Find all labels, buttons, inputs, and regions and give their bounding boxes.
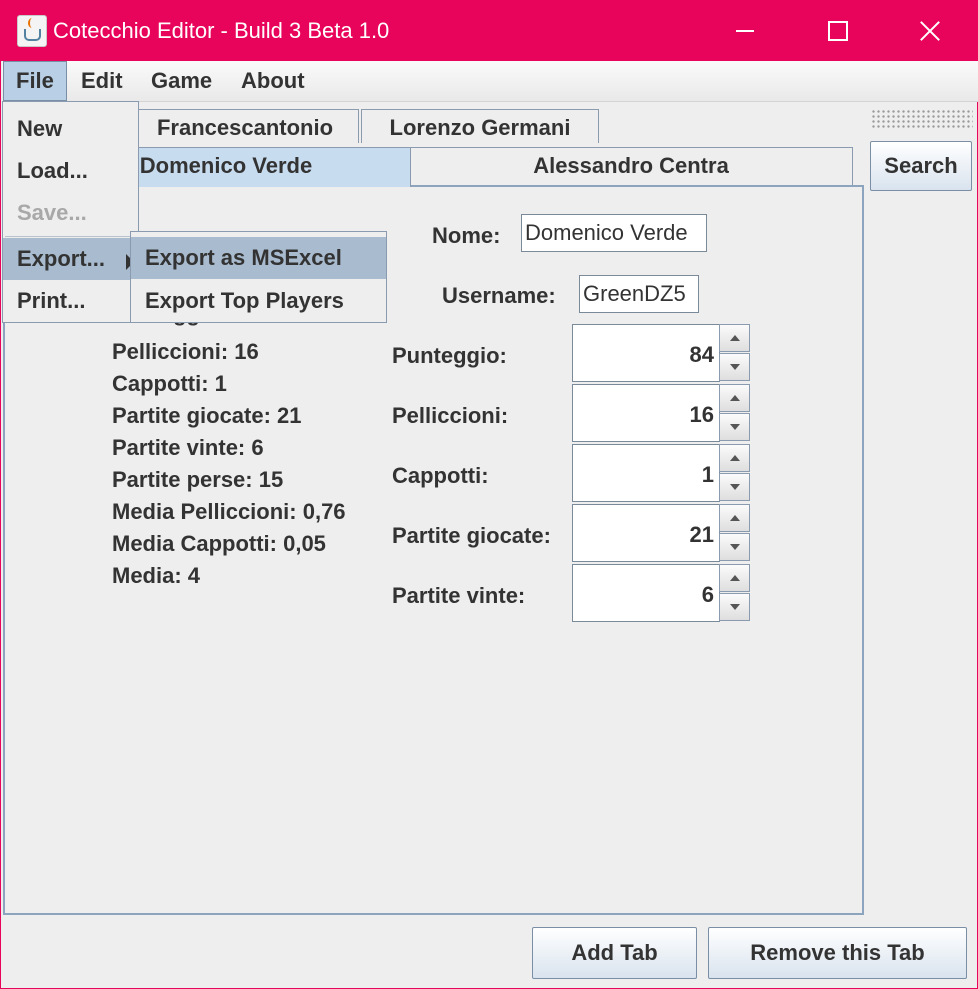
menu-about[interactable]: About	[229, 61, 317, 101]
stat-line: Media Pelliccioni: 0,76	[112, 499, 346, 524]
stat-line: Partite vinte: 6	[112, 435, 264, 460]
arrow-down-icon	[730, 424, 740, 430]
title-bar[interactable]: Cotecchio Editor - Build 3 Beta 1.0	[1, 1, 978, 61]
tab-label: Francescantonio	[156, 115, 334, 140]
arrow-up-icon	[730, 395, 740, 401]
minimize-icon	[736, 30, 754, 32]
menu-edit[interactable]: Edit	[69, 61, 135, 101]
menu-item-save: Save...	[17, 200, 87, 225]
partite-giocate-label: Partite giocate:	[392, 523, 551, 548]
nome-label: Nome:	[432, 223, 501, 248]
stat-line: Partite perse: 15	[112, 467, 284, 492]
arrow-up-icon	[730, 335, 740, 341]
partite-vinte-label: Partite vinte:	[392, 583, 526, 608]
window-title: Cotecchio Editor - Build 3 Beta 1.0	[53, 18, 390, 43]
app-window: Cotecchio Editor - Build 3 Beta 1.0 File…	[0, 0, 978, 989]
cappotti-label: Cappotti:	[392, 463, 489, 488]
pelliccioni-value[interactable]: 16	[572, 384, 720, 442]
spinner-down-button[interactable]	[719, 533, 750, 561]
menu-item-new[interactable]: New	[3, 108, 138, 150]
stat-line: Media: 4	[112, 563, 201, 588]
stat-line: Media Cappotti: 0,05	[112, 531, 326, 556]
tab-lorenzo-germani[interactable]: Lorenzo Germani	[361, 109, 599, 143]
partite-giocate-spinner: 21	[572, 504, 751, 562]
file-menu-popup: New Load... Save... Export... Print...	[2, 101, 139, 323]
stat-line: Partite giocate: 21	[112, 403, 302, 428]
spinner-up-button[interactable]	[719, 324, 750, 352]
close-icon	[919, 20, 941, 42]
tab-alessandro-centra[interactable]: Alessandro Centra	[409, 147, 853, 185]
punteggio-value[interactable]: 84	[572, 324, 720, 382]
partite-vinte-spinner: 6	[572, 564, 751, 622]
arrow-up-icon	[730, 575, 740, 581]
tab-label: Alessandro Centra	[533, 153, 729, 178]
menu-item-load[interactable]: Load...	[3, 150, 138, 192]
nome-field[interactable]: Domenico Verde	[521, 214, 707, 252]
punteggio-spinner: 84	[572, 324, 751, 382]
menu-separator	[5, 236, 136, 237]
spinner-down-button[interactable]	[719, 413, 750, 441]
drag-grip[interactable]	[871, 109, 973, 129]
spinner-up-button[interactable]	[719, 444, 750, 472]
spinner-down-button[interactable]	[719, 473, 750, 501]
tab-francescantonio[interactable]: Francescantonio	[131, 109, 359, 143]
menu-item-export-label: Export...	[17, 246, 106, 271]
cappotti-spinner: 1	[572, 444, 751, 502]
tab-label: Lorenzo Germani	[389, 115, 571, 140]
arrow-down-icon	[730, 364, 740, 370]
add-tab-button[interactable]: Add Tab	[532, 927, 697, 979]
punteggio-label: Punteggio:	[392, 343, 507, 368]
search-button[interactable]: Search	[870, 141, 972, 191]
menu-file[interactable]: File	[3, 61, 67, 101]
stat-line: Pelliccioni: 16	[112, 339, 259, 364]
partite-vinte-value[interactable]: 6	[572, 564, 720, 622]
username-field[interactable]: GreenDZ5	[579, 275, 699, 313]
spinner-up-button[interactable]	[719, 564, 750, 592]
maximize-button[interactable]	[791, 1, 883, 61]
arrow-down-icon	[730, 484, 740, 490]
username-label: Username:	[442, 283, 556, 308]
cappotti-value[interactable]: 1	[572, 444, 720, 502]
close-button[interactable]	[883, 1, 975, 61]
menu-game[interactable]: Game	[139, 61, 224, 101]
spinner-up-button[interactable]	[719, 384, 750, 412]
maximize-icon	[828, 21, 848, 41]
menu-item-export[interactable]: Export...	[3, 238, 138, 280]
stat-line: Cappotti: 1	[112, 371, 227, 396]
menu-item-export-top-players[interactable]: Export Top Players	[131, 280, 386, 322]
menu-bar: File Edit Game About	[2, 61, 978, 102]
remove-tab-button[interactable]: Remove this Tab	[708, 927, 967, 979]
spinner-down-button[interactable]	[719, 353, 750, 381]
arrow-up-icon	[730, 515, 740, 521]
partite-giocate-value[interactable]: 21	[572, 504, 720, 562]
export-submenu-popup: Export as MSExcel Export Top Players	[130, 231, 387, 323]
menu-item-export-msexcel[interactable]: Export as MSExcel	[131, 237, 386, 279]
spinner-down-button[interactable]	[719, 593, 750, 621]
arrow-up-icon	[730, 455, 740, 461]
arrow-down-icon	[730, 604, 740, 610]
pelliccioni-label: Pelliccioni:	[392, 403, 509, 428]
spinner-up-button[interactable]	[719, 504, 750, 532]
pelliccioni-spinner: 16	[572, 384, 751, 442]
minimize-button[interactable]	[699, 1, 791, 61]
arrow-down-icon	[730, 544, 740, 550]
java-app-icon	[17, 15, 47, 47]
menu-item-print[interactable]: Print...	[3, 280, 138, 322]
tab-label: Domenico Verde	[139, 153, 313, 178]
